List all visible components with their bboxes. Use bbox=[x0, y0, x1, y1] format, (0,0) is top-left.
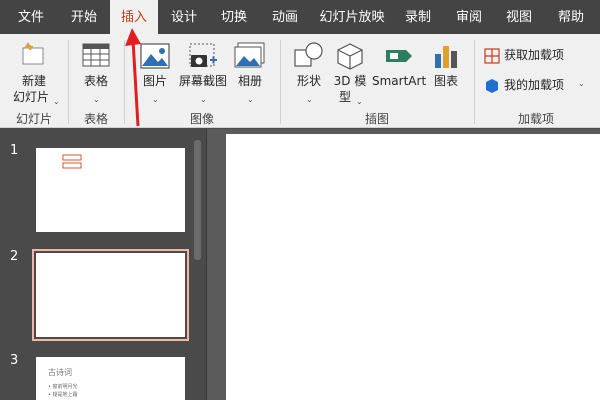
group-separator bbox=[280, 40, 281, 124]
watermark-url: jingyan.baidu.com bbox=[470, 372, 563, 383]
slide-number: 3 bbox=[10, 353, 19, 368]
3d-model-label-1: 3D 模 bbox=[333, 74, 367, 88]
tab-review[interactable]: 审阅 bbox=[446, 0, 492, 34]
tab-slideshow[interactable]: 幻灯片放映 bbox=[312, 0, 392, 34]
group-label-slides: 幻灯片 bbox=[15, 112, 52, 126]
tab-file[interactable]: 文件 bbox=[6, 0, 56, 34]
ribbon-tab-bar: 文件 开始 插入 设计 切换 动画 幻灯片放映 录制 审阅 视图 帮助 bbox=[0, 0, 600, 36]
screenshot-icon bbox=[188, 42, 218, 74]
thumb-bullet: • 疑是地上霜 bbox=[48, 392, 78, 398]
smartart-icon bbox=[384, 42, 414, 74]
tab-record[interactable]: 录制 bbox=[395, 0, 441, 34]
shapes-button[interactable]: 形状 ⌄ bbox=[290, 40, 328, 108]
chevron-down-icon: ⌄ bbox=[53, 97, 60, 106]
slide-thumbnail-3[interactable]: 古诗词 • 窗前明月光 • 疑是地上霜 bbox=[36, 357, 185, 400]
tab-view[interactable]: 视图 bbox=[496, 0, 542, 34]
group-separator bbox=[68, 40, 69, 124]
thumb-bullet: • 窗前明月光 bbox=[48, 384, 78, 390]
new-slide-icon bbox=[20, 42, 46, 72]
slide-thumbnail-2[interactable] bbox=[32, 249, 189, 341]
chart-label: 图表 bbox=[433, 74, 458, 88]
bar-chart-icon bbox=[432, 42, 460, 74]
shapes-label: 形状 bbox=[296, 74, 321, 88]
photo-album-icon bbox=[234, 42, 266, 74]
table-label: 表格 bbox=[83, 74, 108, 88]
shapes-icon bbox=[293, 42, 325, 74]
scrollbar-thumb[interactable] bbox=[194, 140, 201, 260]
group-label-images: 图像 bbox=[189, 112, 214, 126]
slide-thumbnail-pane: 1 2 3 古诗词 • 窗前明月光 • 疑是地上霜 bbox=[0, 129, 206, 400]
3d-model-button[interactable]: 3D 模 型 ⌄ bbox=[330, 40, 370, 108]
new-slide-button[interactable]: 新建 幻灯片 ⌄ bbox=[8, 40, 60, 108]
ribbon-insert: 新建 幻灯片 ⌄ 幻灯片 表格 ⌄ 表格 图片 ⌄ 屏幕截图 ⌄ 相册 ⌄ 图像… bbox=[0, 34, 600, 128]
get-addins-label: 获取加载项 bbox=[504, 48, 565, 62]
screenshot-label: 屏幕截图 bbox=[178, 74, 227, 88]
my-addins-button[interactable]: 我的加载项 ⌄ bbox=[482, 76, 592, 96]
group-separator bbox=[474, 40, 475, 124]
photo-album-label: 相册 bbox=[237, 74, 262, 88]
table-button[interactable]: 表格 ⌄ bbox=[74, 40, 118, 108]
chevron-down-icon: ⌄ bbox=[152, 95, 159, 104]
chevron-down-icon: ⌄ bbox=[306, 95, 313, 104]
tab-animations[interactable]: 动画 bbox=[260, 0, 310, 34]
slide-thumbnail-1[interactable] bbox=[36, 148, 185, 232]
tab-design[interactable]: 设计 bbox=[160, 0, 208, 34]
addin-cube-icon bbox=[484, 78, 500, 98]
chevron-down-icon: ⌄ bbox=[247, 95, 254, 104]
photo-album-button[interactable]: 相册 ⌄ bbox=[232, 40, 268, 108]
smartart-button[interactable]: SmartArt bbox=[372, 40, 426, 108]
annotation-arrow-icon bbox=[125, 28, 141, 127]
chevron-down-icon: ⌄ bbox=[578, 79, 585, 88]
thumb-title: 古诗词 bbox=[48, 368, 72, 377]
group-label-tables: 表格 bbox=[83, 112, 108, 126]
group-label-illustrations: 插图 bbox=[364, 112, 389, 126]
tab-help[interactable]: 帮助 bbox=[548, 0, 594, 34]
chevron-down-icon: ⌄ bbox=[356, 97, 363, 106]
group-label-addins: 加载项 bbox=[517, 112, 554, 126]
watermark-logo: Bai 经验 bbox=[455, 346, 546, 371]
get-addins-button[interactable]: 获取加载项 bbox=[482, 46, 582, 66]
smartart-label: SmartArt bbox=[372, 74, 427, 88]
new-slide-label-2: 幻灯片 bbox=[12, 90, 49, 104]
my-addins-label: 我的加载项 bbox=[504, 78, 565, 92]
shape-icon bbox=[62, 154, 82, 169]
chevron-down-icon: ⌄ bbox=[93, 95, 100, 104]
slide-number: 2 bbox=[10, 249, 19, 264]
slide-number: 1 bbox=[10, 143, 19, 158]
new-slide-label-1: 新建 bbox=[21, 74, 46, 88]
tab-home[interactable]: 开始 bbox=[60, 0, 108, 34]
chevron-down-icon: ⌄ bbox=[200, 95, 207, 104]
cube-icon bbox=[335, 42, 365, 74]
screenshot-button[interactable]: 屏幕截图 ⌄ bbox=[176, 40, 230, 108]
store-icon bbox=[484, 48, 500, 68]
table-icon bbox=[82, 42, 110, 72]
tab-transitions[interactable]: 切换 bbox=[210, 0, 258, 34]
chart-button[interactable]: 图表 bbox=[428, 40, 464, 108]
